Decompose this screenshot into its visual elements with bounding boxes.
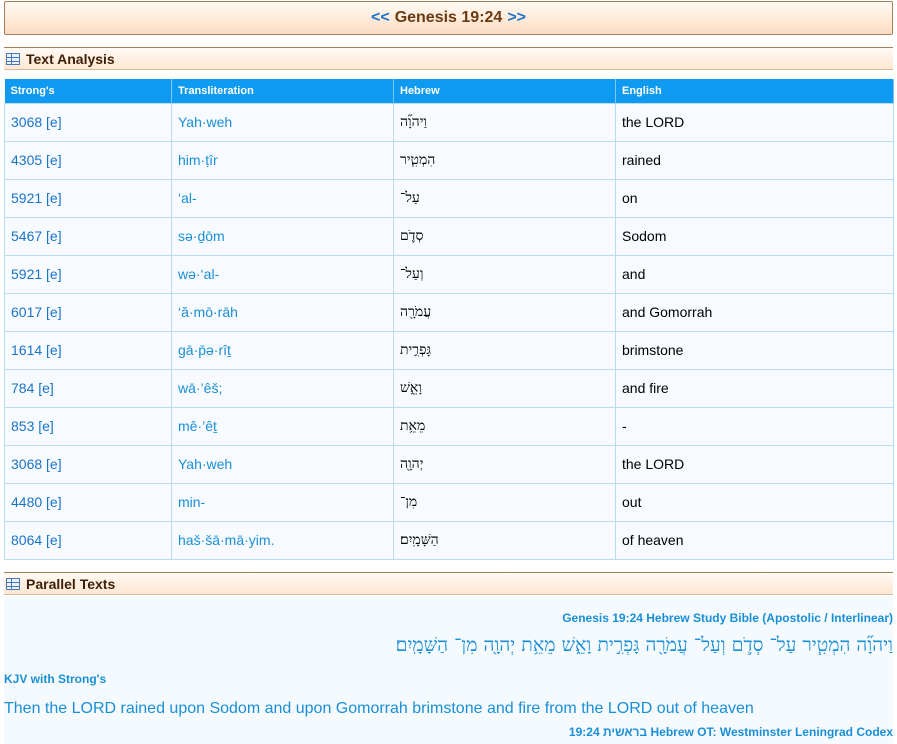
strongs-link[interactable]: 853 [e]: [4, 406, 172, 446]
transliteration-cell: wā·’êš;: [171, 368, 394, 408]
kjv-verse-text: Then the LORD rained upon Sodom and upon…: [4, 700, 754, 717]
english-cell: out: [615, 482, 894, 522]
table-header-row: Strong's Transliteration Hebrew English: [4, 79, 894, 103]
hebrew-cell: וָאֵ֑שׁ: [393, 368, 616, 408]
english-cell: rained: [615, 140, 894, 180]
hebrew-cell: מֵאֵ֥ת: [393, 406, 616, 446]
transliteration-cell: ‘ă·mō·rāh: [171, 292, 394, 332]
table-row: 1614 [e] gā·p̄ə·rîṯ גָּפְרִ֣ית brimstone: [4, 330, 894, 370]
hebrew-cell: יְהוָ֖ה: [393, 444, 616, 484]
transliteration-cell: min-: [171, 482, 394, 522]
column-header-hebrew: Hebrew: [393, 79, 616, 103]
table-row: 8064 [e] haš·šā·mā·yim. הַשָּׁמָֽיִם׃ of he…: [4, 520, 894, 560]
strongs-link[interactable]: 5921 [e]: [4, 178, 172, 218]
table-row: 3068 [e] Yah·weh וַיהוָ֞ה the LORD: [4, 102, 894, 142]
hebrew-cell: הַשָּׁמָֽיִם׃: [393, 520, 616, 560]
hebrew-cell: וַיהוָ֞ה: [393, 102, 616, 142]
strongs-link[interactable]: 5467 [e]: [4, 216, 172, 256]
hebrew-cell: מִן־: [393, 482, 616, 522]
english-cell: of heaven: [615, 520, 894, 560]
next-verse-link[interactable]: >>: [507, 9, 526, 27]
previous-verse-link[interactable]: <<: [371, 9, 390, 27]
hebrew-study-bible-link[interactable]: Genesis 19:24 Hebrew Study Bible (: [562, 611, 766, 625]
transliteration-cell: Yah·weh: [171, 102, 394, 142]
table-icon: [6, 577, 20, 590]
table-row: 6017 [e] ‘ă·mō·rāh עֲמֹרָ֖ה and Gomorrah: [4, 292, 894, 332]
transliteration-cell: gā·p̄ə·rîṯ: [171, 330, 394, 370]
strongs-link[interactable]: 4305 [e]: [4, 140, 172, 180]
verse-reference: Genesis 19:24: [394, 9, 503, 26]
table-row: 5921 [e] ‘al- עַל־ on: [4, 178, 894, 218]
hebrew-study-bible-label: Genesis 19:24 Hebrew Study Bible (Aposto…: [562, 611, 893, 625]
slash-separator: /: [820, 611, 831, 625]
english-cell: and fire: [615, 368, 894, 408]
table-row: 5921 [e] wə·‘al- וְעַל־ and: [4, 254, 894, 294]
table-row: 3068 [e] Yah·weh יְהוָ֖ה the LORD: [4, 444, 894, 484]
text-analysis-header: Text Analysis: [4, 47, 893, 70]
english-cell: the LORD: [615, 444, 894, 484]
strongs-link[interactable]: 8064 [e]: [4, 520, 172, 560]
text-analysis-title: Text Analysis: [26, 50, 115, 67]
parallel-texts-panel: Genesis 19:24 Hebrew Study Bible (Aposto…: [4, 596, 893, 744]
wlc-label: בראשית 19:24 Hebrew OT: Westminster Leni…: [569, 725, 893, 739]
column-header-english: English: [615, 79, 894, 103]
strongs-link[interactable]: 1614 [e]: [4, 330, 172, 370]
kjv-strongs-link[interactable]: KJV with Strong's: [4, 672, 106, 686]
hebrew-cell: וְעַל־: [393, 254, 616, 294]
transliteration-cell: ‘al-: [171, 178, 394, 218]
english-cell: on: [615, 178, 894, 218]
english-cell: -: [615, 406, 894, 446]
kjv-strongs-label: KJV with Strong's: [4, 672, 106, 686]
table-row: 853 [e] mê·’êṯ מֵאֵ֥ת -: [4, 406, 894, 446]
wlc-link[interactable]: Hebrew OT: Westminster Leningrad Codex: [651, 725, 894, 739]
parallel-texts-header: Parallel Texts: [4, 572, 893, 595]
interlinear-link[interactable]: Interlinear: [831, 611, 889, 625]
strongs-link[interactable]: 5921 [e]: [4, 254, 172, 294]
strongs-link[interactable]: 784 [e]: [4, 368, 172, 408]
table-row: 4480 [e] min- מִן־ out: [4, 482, 894, 522]
transliteration-cell: mê·’êṯ: [171, 406, 394, 446]
hebrew-cell: גָּפְרִ֣ית: [393, 330, 616, 370]
english-cell: and: [615, 254, 894, 294]
verse-navigation-bar: << Genesis 19:24 >>: [4, 1, 893, 35]
column-header-strongs: Strong's: [4, 79, 172, 103]
transliteration-cell: Yah·weh: [171, 444, 394, 484]
english-cell: Sodom: [615, 216, 894, 256]
hebrew-cell: עַל־: [393, 178, 616, 218]
table-icon: [6, 52, 20, 65]
english-cell: brimstone: [615, 330, 894, 370]
table-row: 5467 [e] sə·ḏōm סְדֹ֛ם Sodom: [4, 216, 894, 256]
column-header-transliteration: Transliteration: [171, 79, 394, 103]
hebrew-cell: עֲמֹרָ֖ה: [393, 292, 616, 332]
apostolic-link[interactable]: Apostolic: [766, 611, 821, 625]
hebrew-cell: סְדֹ֛ם: [393, 216, 616, 256]
parallel-texts-title: Parallel Texts: [26, 575, 116, 592]
table-row: 784 [e] wā·’êš; וָאֵ֑שׁ and fire: [4, 368, 894, 408]
label-close-paren: ): [889, 611, 893, 625]
strongs-link[interactable]: 4480 [e]: [4, 482, 172, 522]
transliteration-cell: him·ṭîr: [171, 140, 394, 180]
transliteration-cell: haš·šā·mā·yim.: [171, 520, 394, 560]
transliteration-cell: sə·ḏōm: [171, 216, 394, 256]
english-cell: the LORD: [615, 102, 894, 142]
table-row: 4305 [e] him·ṭîr הִמְטִ֧יר rained: [4, 140, 894, 180]
strongs-link[interactable]: 3068 [e]: [4, 444, 172, 484]
text-analysis-table: Strong's Transliteration Hebrew English …: [4, 79, 894, 560]
strongs-link[interactable]: 6017 [e]: [4, 292, 172, 332]
transliteration-cell: wə·‘al-: [171, 254, 394, 294]
wlc-hebrew-reference: בראשית 19:24: [568, 725, 648, 739]
hebrew-cell: הִמְטִ֧יר: [393, 140, 616, 180]
hebrew-verse-text: וַיהוָ֞ה הִמְטִ֧יר עַל־ סְדֹ֛ם וְעַל־ עֲ…: [395, 634, 893, 656]
english-cell: and Gomorrah: [615, 292, 894, 332]
strongs-link[interactable]: 3068 [e]: [4, 102, 172, 142]
